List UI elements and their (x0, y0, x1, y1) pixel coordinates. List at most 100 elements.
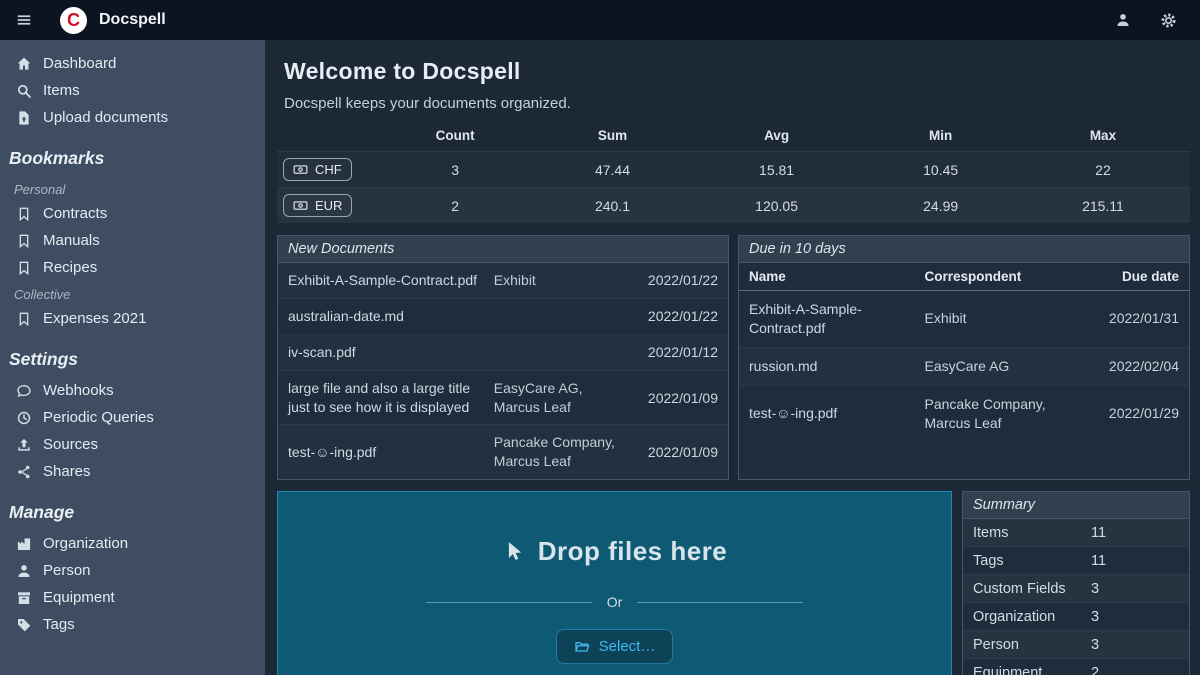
document-link[interactable]: test-☺-ing.pdf (749, 405, 837, 421)
due-documents-title: Due in 10 days (739, 236, 1189, 263)
bottom-row: Drop files here Or Select… Summary (277, 491, 1190, 675)
stats-sum: 47.44 (537, 152, 687, 188)
menu-toggle-button[interactable] (14, 10, 34, 30)
currency-label: CHF (315, 162, 342, 177)
document-date: 2022/01/22 (640, 272, 718, 288)
currency-stats-table: Count Sum Avg Min Max CHF 3 47.44 15.81 … (277, 120, 1190, 223)
stats-header-empty (277, 120, 373, 152)
sidebar-item-bookmark-contracts[interactable]: Contracts (0, 200, 265, 227)
summary-value: 3 (1091, 609, 1179, 625)
sidebar-item-periodic-queries[interactable]: Periodic Queries (0, 404, 265, 431)
summary-value: 3 (1091, 581, 1179, 597)
summary-list: Items 11 Tags 11 Custom Fields 3 Organ (963, 519, 1189, 675)
stats-header-count: Count (373, 120, 537, 152)
sidebar-item-dashboard[interactable]: Dashboard (0, 50, 265, 77)
stats-min: 10.45 (865, 152, 1015, 188)
document-row: iv-scan.pdf 2022/01/12 (278, 334, 728, 370)
sidebar-item-equipment[interactable]: Equipment (0, 584, 265, 611)
app-title: Docspell (99, 11, 166, 29)
search-icon (14, 83, 33, 99)
document-link[interactable]: russion.md (749, 358, 817, 374)
document-link[interactable]: Exhibit-A-Sample-Contract.pdf (288, 271, 486, 290)
select-files-button[interactable]: Select… (556, 629, 674, 664)
sidebar: Dashboard Items Upload documents Bookmar… (0, 40, 265, 675)
docspell-logo: C (60, 7, 87, 34)
document-link[interactable]: test-☺-ing.pdf (288, 443, 486, 462)
summary-row: Custom Fields 3 (963, 574, 1189, 602)
sidebar-item-bookmark-recipes[interactable]: Recipes (0, 254, 265, 281)
new-documents-panel: New Documents Exhibit-A-Sample-Contract.… (277, 235, 729, 480)
sidebar-item-shares[interactable]: Shares (0, 458, 265, 485)
home-icon (14, 56, 33, 72)
due-date: 2022/01/29 (1077, 385, 1190, 441)
summary-label: Person (973, 637, 1091, 653)
summary-title: Summary (963, 492, 1189, 519)
document-row: large file and also a large title just t… (278, 370, 728, 425)
sidebar-item-label: Tags (43, 616, 75, 633)
sidebar-item-tags[interactable]: Tags (0, 611, 265, 638)
divider-line (637, 602, 803, 603)
topbar: C Docspell (0, 0, 1200, 40)
sidebar-item-webhooks[interactable]: Webhooks (0, 377, 265, 404)
account-button[interactable] (1113, 10, 1133, 30)
sidebar-item-label: Manuals (43, 232, 100, 249)
summary-row: Person 3 (963, 630, 1189, 658)
summary-value: 2 (1091, 665, 1179, 675)
summary-label: Tags (973, 553, 1091, 569)
hamburger-icon (16, 12, 32, 28)
or-divider: Or (426, 594, 803, 610)
file-dropzone[interactable]: Drop files here Or Select… (277, 491, 952, 675)
currency-label: EUR (315, 198, 342, 213)
due-documents-table: Name Correspondent Due date Exhibit-A-Sa… (739, 263, 1189, 441)
file-upload-icon (14, 110, 33, 126)
gears-icon (1159, 11, 1178, 30)
currency-badge-chf: CHF (283, 158, 352, 181)
sidebar-item-label: Upload documents (43, 109, 168, 126)
due-correspondent: Exhibit (915, 291, 1077, 348)
document-date: 2022/01/12 (640, 344, 718, 360)
stats-header-avg: Avg (688, 120, 866, 152)
bookmark-icon (14, 260, 33, 276)
sidebar-item-bookmark-expenses-2021[interactable]: Expenses 2021 (0, 305, 265, 332)
due-documents-panel: Due in 10 days Name Correspondent Due da… (738, 235, 1190, 480)
due-header-due-date: Due date (1077, 263, 1190, 291)
tag-icon (14, 617, 33, 633)
due-date: 2022/01/31 (1077, 291, 1190, 348)
summary-value: 3 (1091, 637, 1179, 653)
document-link[interactable]: iv-scan.pdf (288, 343, 486, 362)
document-date: 2022/01/09 (640, 444, 718, 460)
summary-label: Items (973, 525, 1091, 541)
document-link[interactable]: australian-date.md (288, 307, 486, 326)
document-date: 2022/01/22 (640, 308, 718, 324)
document-correspondent: EasyCare AG, Marcus Leaf (494, 379, 632, 417)
due-header-name: Name (739, 263, 915, 291)
document-link[interactable]: Exhibit-A-Sample-Contract.pdf (749, 301, 862, 336)
bookmarks-personal-label: Personal (0, 176, 265, 200)
comment-icon (14, 383, 33, 399)
sidebar-item-items[interactable]: Items (0, 77, 265, 104)
sidebar-item-organization[interactable]: Organization (0, 530, 265, 557)
sidebar-item-label: Shares (43, 463, 91, 480)
settings-button[interactable] (1157, 9, 1180, 32)
summary-row: Tags 11 (963, 546, 1189, 574)
sidebar-item-label: Equipment (43, 589, 115, 606)
sidebar-item-sources[interactable]: Sources (0, 431, 265, 458)
mouse-pointer-icon (502, 540, 525, 563)
due-row: test-☺-ing.pdf Pancake Company, Marcus L… (739, 385, 1189, 441)
industry-icon (14, 536, 33, 552)
stats-count: 3 (373, 152, 537, 188)
new-documents-title: New Documents (278, 236, 728, 263)
due-row: Exhibit-A-Sample-Contract.pdf Exhibit 20… (739, 291, 1189, 348)
logo-letter: C (67, 11, 80, 29)
sidebar-item-bookmark-manuals[interactable]: Manuals (0, 227, 265, 254)
stats-avg: 120.05 (688, 188, 866, 224)
sidebar-item-label: Recipes (43, 259, 97, 276)
summary-label: Equipment (973, 665, 1091, 675)
sidebar-item-person[interactable]: Person (0, 557, 265, 584)
sidebar-item-upload-documents[interactable]: Upload documents (0, 104, 265, 131)
stats-row-chf: CHF 3 47.44 15.81 10.45 22 (277, 152, 1190, 188)
stats-header-max: Max (1016, 120, 1190, 152)
document-link[interactable]: large file and also a large title just t… (288, 379, 486, 417)
upload-icon (14, 437, 33, 453)
sidebar-item-label: Contracts (43, 205, 107, 222)
